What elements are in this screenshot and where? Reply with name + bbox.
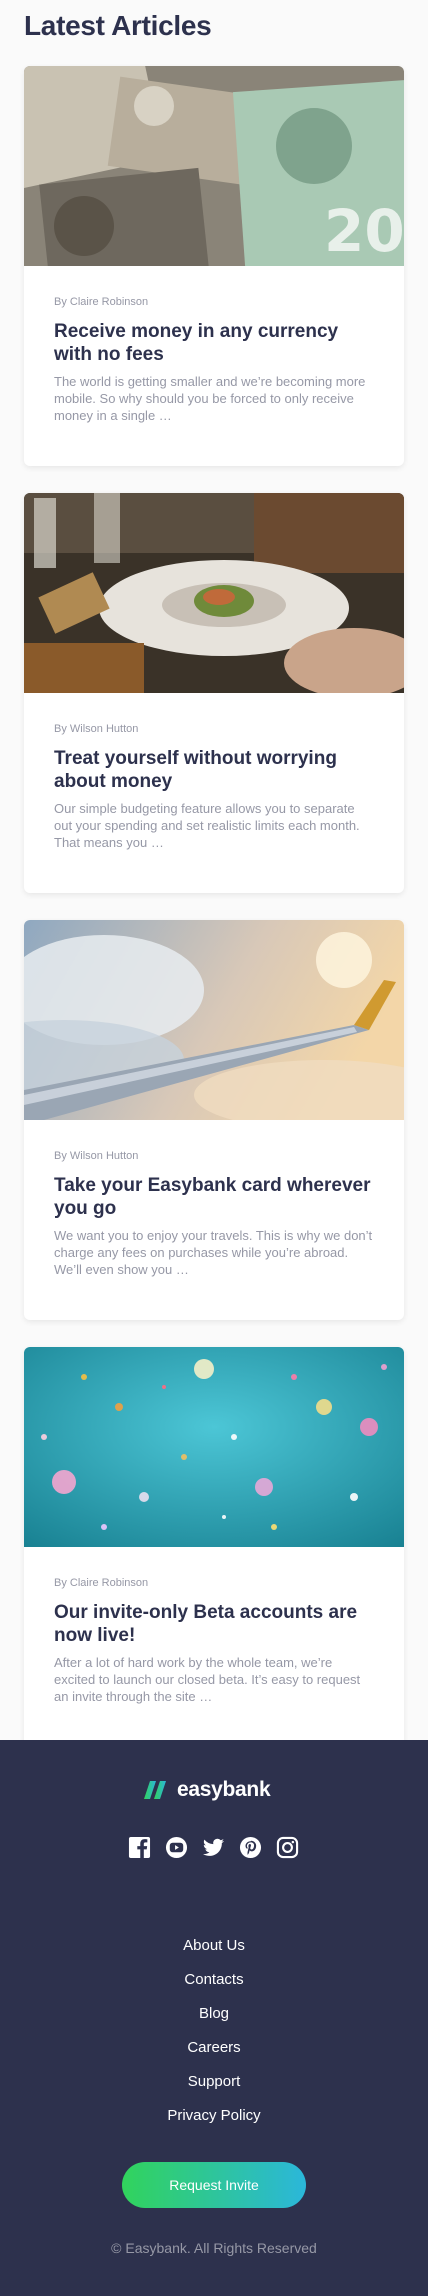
article-excerpt: We want you to enjoy your travels. This … [54, 1228, 373, 1277]
article-image-currency: 20 [24, 66, 404, 266]
article-excerpt: After a lot of hard work by the whole te… [54, 1655, 361, 1704]
footer-link-about[interactable]: About Us [0, 1936, 428, 1970]
easybank-logo-icon [144, 1781, 166, 1799]
article-title[interactable]: Receive money in any currency with no fe… [54, 320, 374, 366]
facebook-icon[interactable] [128, 1836, 151, 1859]
article-excerpt: Our simple budgeting feature allows you … [54, 801, 360, 850]
article-author: By Claire Robinson [54, 296, 149, 308]
footer-link-contacts[interactable]: Contacts [0, 1970, 428, 2004]
footer-nav: About Us Contacts Blog Careers Support P… [0, 1936, 428, 2140]
article-author: By Wilson Hutton [54, 1150, 139, 1162]
article-title[interactable]: Take your Easybank card wherever you go [54, 1174, 374, 1220]
pinterest-icon[interactable] [239, 1836, 262, 1859]
article-card[interactable]: By Claire Robinson Our invite-only Beta … [24, 1347, 404, 1747]
brand-name: easybank [177, 1778, 271, 1801]
instagram-icon[interactable] [276, 1836, 299, 1859]
article-card[interactable]: By Wilson Hutton Take your Easybank card… [24, 920, 404, 1320]
footer-logo[interactable]: easybank [144, 1778, 271, 1802]
footer-link-support[interactable]: Support [0, 2072, 428, 2106]
article-image-confetti [24, 1347, 404, 1547]
article-image-airplane [24, 920, 404, 1120]
youtube-icon[interactable] [165, 1836, 188, 1859]
article-title[interactable]: Our invite-only Beta accounts are now li… [54, 1601, 374, 1647]
footer-link-privacy[interactable]: Privacy Policy [0, 2106, 428, 2140]
site-footer: easybank About Us Contacts Blog Careers … [0, 1740, 428, 2296]
article-card[interactable]: 20 By Claire Robinson Receive money in a… [24, 66, 404, 466]
footer-link-blog[interactable]: Blog [0, 2004, 428, 2038]
page-title: Latest Articles [24, 10, 212, 41]
copyright-text: © Easybank. All Rights Reserved [111, 2240, 317, 2256]
article-excerpt: The world is getting smaller and we’re b… [54, 374, 366, 423]
footer-link-careers[interactable]: Careers [0, 2038, 428, 2072]
svg-text:20: 20 [324, 197, 404, 265]
social-links [128, 1836, 299, 1859]
article-author: By Claire Robinson [54, 1577, 149, 1589]
twitter-icon[interactable] [202, 1836, 225, 1859]
request-invite-button[interactable]: Request Invite [122, 2162, 306, 2208]
article-image-restaurant [24, 493, 404, 693]
article-card[interactable]: By Wilson Hutton Treat yourself without … [24, 493, 404, 893]
article-title[interactable]: Treat yourself without worrying about mo… [54, 747, 374, 793]
article-author: By Wilson Hutton [54, 723, 139, 735]
